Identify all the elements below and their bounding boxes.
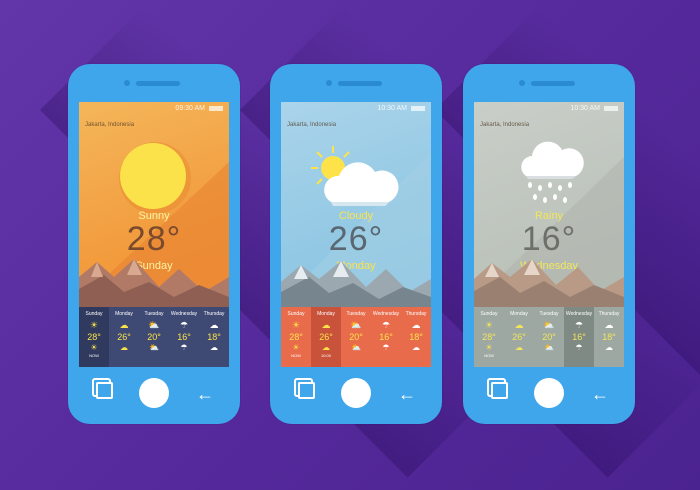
forecast-day[interactable]: Tuesday ⛅ 20° ⛅ xyxy=(534,307,564,367)
rain-cloud-icon: ☂ xyxy=(179,320,189,330)
sun-icon: ☀ xyxy=(484,320,494,330)
rain-cloud-icon xyxy=(521,141,584,203)
forecast-day[interactable]: Thursday ☁ 18° ☁ xyxy=(401,307,431,367)
camera xyxy=(124,80,130,86)
cloud-icon: ☁ xyxy=(119,320,129,330)
forecast-day[interactable]: Wednesday ☂ 16° ☂ xyxy=(371,307,401,367)
cloud-icon: ☁ xyxy=(411,320,421,330)
location-label: Jakarta, Indonesia xyxy=(480,122,530,128)
forecast-strip: Sunday ☀ 28° ☀ NOW Monday ☁ 26° ☁ Tuesda… xyxy=(79,307,229,367)
mountains-illustration xyxy=(474,259,624,307)
cloud-icon: ☁ xyxy=(210,343,218,352)
forecast-day[interactable]: Wednesday ☂ 16° ☂ xyxy=(564,307,594,367)
cloud-icon: ☁ xyxy=(515,343,523,352)
cloud-icon: ☁ xyxy=(209,320,219,330)
sun-icon: ☀ xyxy=(292,343,300,352)
home-button[interactable] xyxy=(341,378,371,408)
cloud-icon: ☁ xyxy=(322,343,330,352)
location-label: Jakarta, Indonesia xyxy=(85,122,135,128)
home-button[interactable] xyxy=(139,378,169,408)
rain-cloud-icon: ☂ xyxy=(575,343,583,352)
forecast-strip: Sunday ☀ 28° ☀ NOW Monday ☁ 26° ☁ 10:00 … xyxy=(281,307,431,367)
speaker-slot xyxy=(531,81,575,86)
forecast-day[interactable]: Monday ☁ 26° ☁ 10:00 xyxy=(311,307,341,367)
sun-icon: ☀ xyxy=(291,320,301,330)
partly-cloudy-icon: ⛅ xyxy=(149,343,159,352)
partly-cloudy-icon: ⛅ xyxy=(351,343,361,352)
sun-icon: ☀ xyxy=(90,343,98,352)
partly-cloudy-icon: ⛅ xyxy=(543,320,555,330)
rain-cloud-icon: ☂ xyxy=(381,320,391,330)
status-time: 10:30 AM xyxy=(377,105,407,112)
forecast-day[interactable]: Thursday ☁ 18° ☁ xyxy=(594,307,624,367)
cloud-icon: ☁ xyxy=(514,320,524,330)
forecast-day[interactable]: Thursday ☁ 18° ☁ xyxy=(199,307,229,367)
partly-cloudy-icon: ⛅ xyxy=(544,343,554,352)
cloud-icon: ☁ xyxy=(412,343,420,352)
status-time: 09:30 AM xyxy=(175,105,205,112)
back-arrow-icon[interactable]: ← xyxy=(396,385,418,403)
mountains-illustration xyxy=(281,261,431,307)
multitask-icon[interactable] xyxy=(96,382,113,399)
forecast-day[interactable]: Monday ☁ 26° ☁ xyxy=(109,307,139,367)
status-bar: 10:30 AM xyxy=(377,105,425,112)
rain-cloud-icon: ☂ xyxy=(574,320,584,330)
forecast-day[interactable]: Wednesday ☂ 16° ☂ xyxy=(169,307,199,367)
cloud-icon: ☁ xyxy=(604,320,614,330)
home-button[interactable] xyxy=(534,378,564,408)
forecast-day[interactable]: Sunday ☀ 28° ☀ NOW xyxy=(281,307,311,367)
rain-cloud-icon: ☂ xyxy=(382,343,390,352)
status-time: 10:30 AM xyxy=(570,105,600,112)
status-bar: 09:30 AM xyxy=(175,105,223,112)
multitask-icon[interactable] xyxy=(298,382,315,399)
battery-icon xyxy=(411,106,425,111)
forecast-day[interactable]: Tuesday ⛅ 20° ⛅ xyxy=(341,307,371,367)
location-label: Jakarta, Indonesia xyxy=(287,122,337,128)
sun-icon: ☀ xyxy=(89,320,99,330)
camera xyxy=(326,80,332,86)
cloud-icon: ☁ xyxy=(605,343,613,352)
cloud-icon: ☁ xyxy=(120,343,128,352)
multitask-icon[interactable] xyxy=(491,382,508,399)
forecast-day[interactable]: Sunday ☀ 28° ☀ NOW xyxy=(474,307,504,367)
forecast-day[interactable]: Tuesday ⛅ 20° ⛅ xyxy=(139,307,169,367)
partly-cloudy-icon: ⛅ xyxy=(350,320,362,330)
speaker-slot xyxy=(338,81,382,86)
battery-icon xyxy=(209,106,223,111)
phone-rainy: 10:30 AM Jakarta, Indonesia Rainy 16° We… xyxy=(463,64,635,424)
speaker-slot xyxy=(136,81,180,86)
battery-icon xyxy=(604,106,618,111)
forecast-day[interactable]: Sunday ☀ 28° ☀ NOW xyxy=(79,307,109,367)
status-bar: 10:30 AM xyxy=(570,105,618,112)
sun-icon xyxy=(119,142,191,214)
back-arrow-icon[interactable]: ← xyxy=(194,385,216,403)
forecast-day[interactable]: Monday ☁ 26° ☁ xyxy=(504,307,534,367)
weather-screen-sunny: 09:30 AM Jakarta, Indonesia Sunny 28° Su… xyxy=(79,102,229,367)
forecast-strip: Sunday ☀ 28° ☀ NOW Monday ☁ 26° ☁ Tuesda… xyxy=(474,307,624,367)
sun-icon: ☀ xyxy=(485,343,493,352)
back-arrow-icon[interactable]: ← xyxy=(589,385,611,403)
rain-cloud-icon: ☂ xyxy=(180,343,188,352)
partly-cloudy-icon: ⛅ xyxy=(148,320,160,330)
weather-screen-rainy: 10:30 AM Jakarta, Indonesia Rainy 16° We… xyxy=(474,102,624,367)
phone-cloudy: 10:30 AM Jakarta, Indonesia Cloudy 26° M… xyxy=(270,64,442,424)
mountains-illustration xyxy=(79,259,229,307)
camera xyxy=(519,80,525,86)
partly-cloudy-icon xyxy=(311,146,399,206)
phone-sunny: 09:30 AM Jakarta, Indonesia Sunny 28° Su… xyxy=(68,64,240,424)
cloud-icon: ☁ xyxy=(321,320,331,330)
weather-screen-cloudy: 10:30 AM Jakarta, Indonesia Cloudy 26° M… xyxy=(281,102,431,367)
